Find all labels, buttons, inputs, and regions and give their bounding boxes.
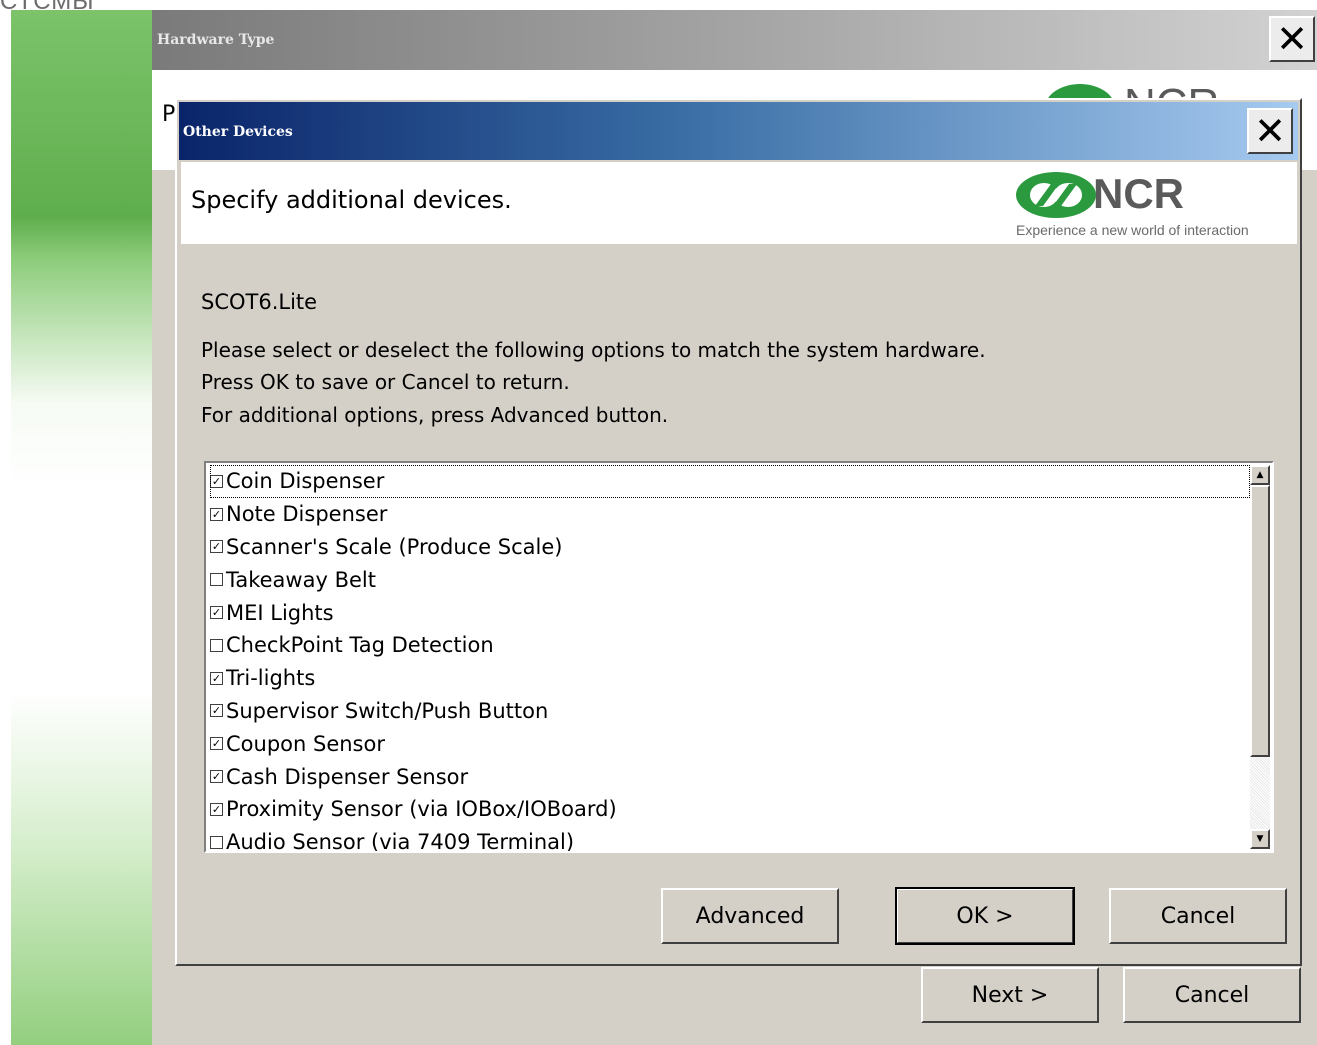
dialog-titlebar[interactable]: Other Devices ✕ xyxy=(179,102,1298,160)
vertical-scrollbar[interactable]: ▲ ▼ xyxy=(1250,465,1270,849)
device-label: MEI Lights xyxy=(226,600,334,625)
next-button[interactable]: Next > xyxy=(921,967,1099,1023)
checkbox-unchecked-icon[interactable] xyxy=(210,573,223,587)
device-label: Audio Sensor (via 7409 Terminal) xyxy=(226,830,575,853)
dialog-close-button[interactable]: ✕ xyxy=(1247,108,1293,154)
scroll-up-arrow-icon[interactable]: ▲ xyxy=(1250,465,1270,485)
advanced-button[interactable]: Advanced xyxy=(661,888,839,944)
checkbox-unchecked-icon[interactable] xyxy=(210,638,223,652)
checkbox-checked-icon[interactable]: ✓ xyxy=(210,770,223,784)
outer-titlebar[interactable]: Hardware Type ✕ xyxy=(152,10,1317,70)
profile-name: SCOT6.Lite xyxy=(201,290,318,314)
device-list-item[interactable]: CheckPoint Tag Detection xyxy=(210,629,1250,662)
device-list: ✓ Coin Dispenser ✓ Note Dispenser ✓ Scanner's… xyxy=(210,465,1250,853)
device-label: CheckPoint Tag Detection xyxy=(226,633,494,658)
device-list-item[interactable]: ✓ Tri-lights xyxy=(210,662,1250,695)
device-list-item[interactable]: ✓ Proximity Sensor (via IOBox/IOBoard) xyxy=(210,793,1250,826)
instruction-line-1: Please select or deselect the following … xyxy=(201,338,986,362)
device-label: Takeaway Belt xyxy=(226,567,376,592)
outer-header-text: P xyxy=(162,102,176,127)
device-list-item[interactable]: ✓ Cash Dispenser Sensor xyxy=(210,760,1250,793)
device-list-item[interactable]: ✓ Note Dispenser xyxy=(210,498,1250,531)
checkbox-checked-icon[interactable]: ✓ xyxy=(210,802,223,816)
device-list-item[interactable]: Takeaway Belt xyxy=(210,563,1250,596)
device-label: Coin Dispenser xyxy=(226,469,385,494)
instruction-line-3: For additional options, press Advanced b… xyxy=(201,403,669,427)
checkbox-checked-icon[interactable]: ✓ xyxy=(210,737,223,751)
device-label: Note Dispenser xyxy=(226,502,388,527)
header-text: Specify additional devices. xyxy=(191,186,512,214)
checkbox-checked-icon[interactable]: ✓ xyxy=(210,540,223,554)
close-icon: ✕ xyxy=(1276,17,1308,61)
ncr-tagline: Experience a new world of interaction xyxy=(1016,222,1249,238)
cancel-button[interactable]: Cancel xyxy=(1109,888,1287,944)
checkbox-checked-icon[interactable]: ✓ xyxy=(210,671,223,685)
outer-cancel-button[interactable]: Cancel xyxy=(1123,967,1301,1023)
close-icon: ✕ xyxy=(1254,109,1286,153)
device-label: Scanner's Scale (Produce Scale) xyxy=(226,534,563,559)
scroll-down-arrow-icon[interactable]: ▼ xyxy=(1250,829,1270,849)
ncr-logo-text: NCR xyxy=(1093,170,1184,217)
device-checklist[interactable]: ✓ Coin Dispenser ✓ Note Dispenser ✓ Scanner's… xyxy=(204,461,1274,853)
outer-window-title: Hardware Type xyxy=(157,32,275,48)
side-panel xyxy=(11,10,152,1045)
dialog-header: Specify additional devices. NCR Experien… xyxy=(181,162,1297,244)
device-list-item[interactable]: Audio Sensor (via 7409 Terminal) xyxy=(210,826,1250,853)
device-label: Supervisor Switch/Push Button xyxy=(226,698,549,723)
device-label: Cash Dispenser Sensor xyxy=(226,764,469,789)
checkbox-checked-icon[interactable]: ✓ xyxy=(210,507,223,521)
device-label: Proximity Sensor (via IOBox/IOBoard) xyxy=(226,797,617,822)
instruction-line-2: Press OK to save or Cancel to return. xyxy=(201,370,570,394)
device-label: Tri-lights xyxy=(226,666,316,691)
device-list-item[interactable]: ✓ Coupon Sensor xyxy=(210,727,1250,760)
checkbox-checked-icon[interactable]: ✓ xyxy=(210,704,223,718)
checkbox-checked-icon[interactable]: ✓ xyxy=(210,606,223,620)
dialog-title: Other Devices xyxy=(183,124,293,140)
checkbox-checked-icon[interactable]: ✓ xyxy=(210,474,223,488)
device-list-item[interactable]: ✓ Scanner's Scale (Produce Scale) xyxy=(210,531,1250,564)
ok-button[interactable]: OK > xyxy=(895,887,1075,945)
checkbox-unchecked-icon[interactable] xyxy=(210,835,223,849)
scroll-thumb[interactable] xyxy=(1250,485,1270,757)
device-list-item[interactable]: ✓ MEI Lights xyxy=(210,596,1250,629)
outer-close-button[interactable]: ✕ xyxy=(1269,16,1315,62)
device-list-item[interactable]: ✓ Coin Dispenser xyxy=(210,465,1250,498)
other-devices-dialog: Other Devices ✕ Specify additional devic… xyxy=(175,98,1302,966)
device-list-item[interactable]: ✓ Supervisor Switch/Push Button xyxy=(210,695,1250,728)
ncr-logo-icon xyxy=(1016,172,1096,218)
device-label: Coupon Sensor xyxy=(226,731,385,756)
